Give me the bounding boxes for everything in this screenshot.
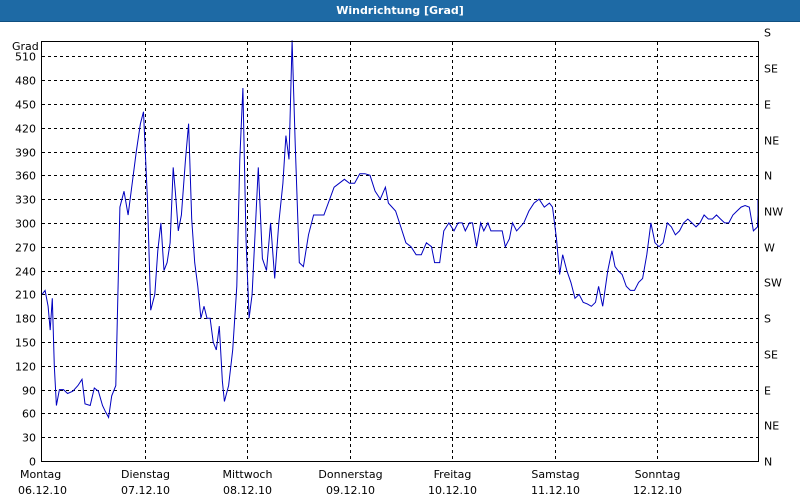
- y-tick-label: 180: [15, 313, 36, 326]
- y-tick-label: 210: [15, 289, 36, 302]
- compass-tick-label: NE: [764, 420, 779, 433]
- compass-tick-label: SW: [764, 277, 782, 290]
- x-tick-date-label: 11.12.10: [531, 484, 580, 497]
- x-tick-day-label: Montag: [20, 468, 61, 481]
- y-tick-label: 60: [22, 408, 36, 421]
- y-tick-label: 270: [15, 242, 36, 255]
- y-tick-label: 30: [22, 432, 36, 445]
- compass-tick-label: SE: [764, 349, 778, 362]
- y-tick-label: 150: [15, 337, 36, 350]
- x-tick-day-label: Samstag: [531, 468, 579, 481]
- x-tick-day-label: Dienstag: [121, 468, 170, 481]
- x-axis-ticks: Montag 06.12.10 Dienstag 07.12.10 Mittwoch 08…: [18, 468, 682, 497]
- compass-tick-label: S: [764, 27, 771, 40]
- x-tick-date-label: 09.12.10: [326, 484, 375, 497]
- y-tick-label: 450: [15, 99, 36, 112]
- compass-tick-label: NE: [764, 135, 779, 148]
- y-tick-label: 420: [15, 123, 36, 136]
- compass-tick-label: SE: [764, 63, 778, 76]
- x-tick-date-label: 08.12.10: [223, 484, 272, 497]
- y-tick-label: 330: [15, 194, 36, 207]
- x-tick-day-label: Sonntag: [635, 468, 681, 481]
- x-tick-date-label: 06.12.10: [18, 484, 67, 497]
- wind-direction-chart: Grad 03060901201501802102402703003303603…: [12, 27, 783, 498]
- y-tick-label: 120: [15, 361, 36, 374]
- compass-tick-label: W: [764, 242, 775, 255]
- x-tick-date-label: 10.12.10: [428, 484, 477, 497]
- x-tick-day-label: Freitag: [434, 468, 472, 481]
- x-tick-date-label: 07.12.10: [121, 484, 170, 497]
- compass-axis-ticks: N NE E SE S SW W NW N NE E SE S: [764, 27, 783, 469]
- y-tick-label: 390: [15, 147, 36, 160]
- compass-tick-label: S: [764, 313, 771, 326]
- compass-tick-label: E: [764, 99, 771, 112]
- compass-tick-label: NW: [764, 206, 783, 219]
- wind-direction-series-line: [41, 40, 759, 419]
- window-title: Windrichtung [Grad]: [0, 0, 800, 22]
- compass-tick-label: E: [764, 385, 771, 398]
- y-axis-ticks: 0 30 60 90 120 150 180 210 240 270 300 330 360 390 420…: [15, 51, 36, 469]
- y-tick-label: 510: [15, 51, 36, 64]
- y-tick-label: 240: [15, 266, 36, 279]
- y-tick-label: 360: [15, 170, 36, 183]
- y-tick-label: 90: [22, 385, 36, 398]
- x-tick-day-label: Mittwoch: [223, 468, 273, 481]
- y-tick-label: 0: [29, 456, 36, 469]
- x-tick-day-label: Donnerstag: [318, 468, 382, 481]
- x-tick-date-label: 12.12.10: [633, 484, 682, 497]
- y-tick-label: 300: [15, 218, 36, 231]
- y-tick-label: 480: [15, 75, 36, 88]
- compass-tick-label: N: [764, 456, 772, 469]
- compass-tick-label: N: [764, 170, 772, 183]
